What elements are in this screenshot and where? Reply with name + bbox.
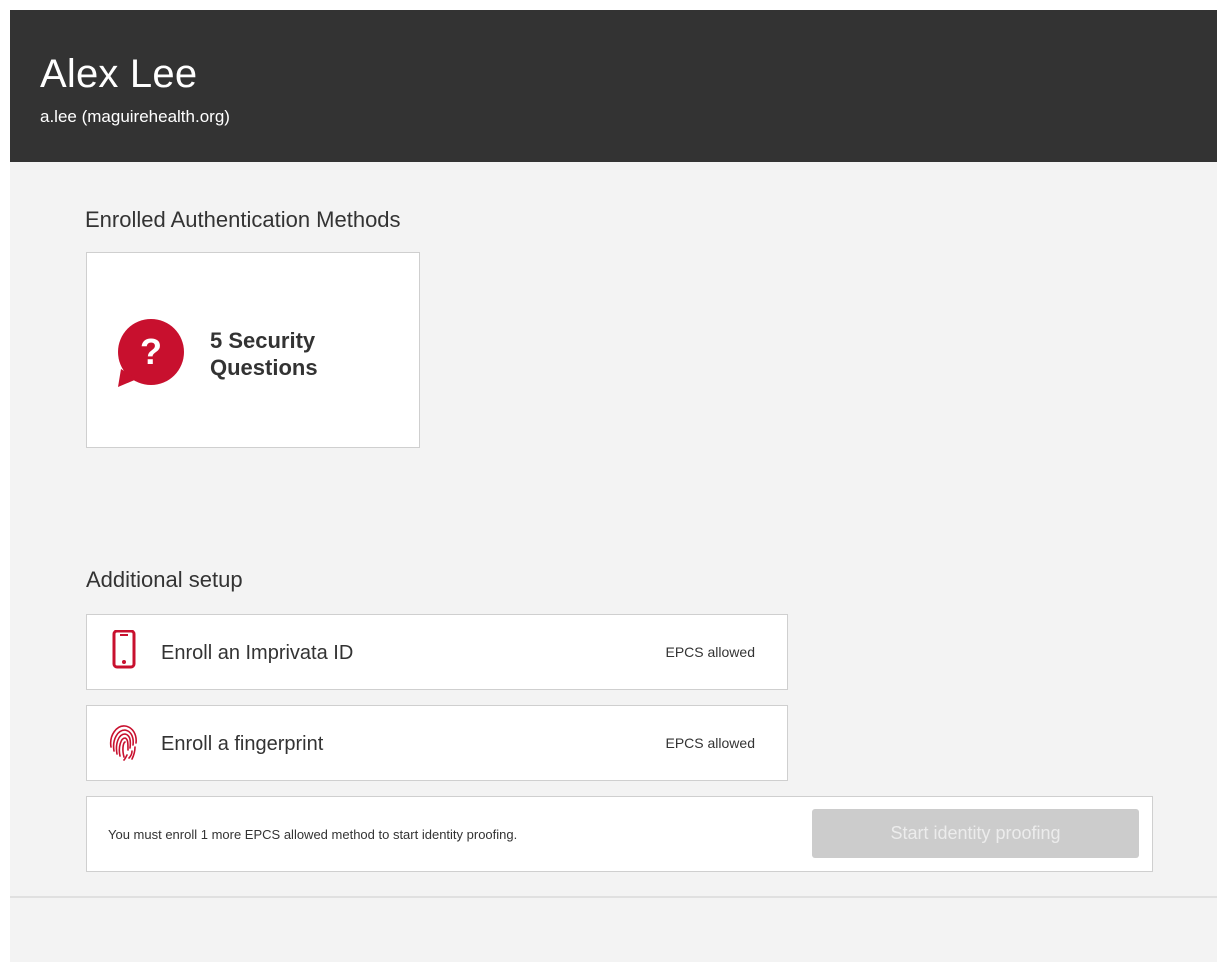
user-name: Alex Lee (40, 52, 198, 96)
question-bubble-icon: ? (115, 319, 185, 389)
app-frame: Alex Lee a.lee (maguirehealth.org) Enrol… (10, 10, 1217, 962)
identity-proofing-panel: You must enroll 1 more EPCS allowed meth… (86, 796, 1153, 872)
epcs-allowed-badge: EPCS allowed (665, 735, 756, 751)
identity-proofing-message: You must enroll 1 more EPCS allowed meth… (108, 827, 518, 842)
svg-text:?: ? (140, 331, 162, 372)
enroll-fingerprint-row[interactable]: Enroll a fingerprint EPCS allowed (86, 705, 788, 781)
enroll-imprivata-id-label: Enroll an Imprivata ID (161, 642, 354, 664)
enroll-imprivata-id-row[interactable]: Enroll an Imprivata ID EPCS allowed (86, 614, 788, 690)
additional-setup-title: Additional setup (86, 567, 243, 592)
security-questions-label: 5 Security Questions (210, 328, 318, 380)
security-questions-card[interactable]: ? 5 Security Questions (86, 252, 420, 448)
footer-divider (10, 896, 1217, 898)
user-header: Alex Lee a.lee (maguirehealth.org) (10, 10, 1217, 162)
enroll-fingerprint-label: Enroll a fingerprint (161, 733, 324, 755)
enrolled-methods-title: Enrolled Authentication Methods (85, 207, 401, 232)
mobile-phone-icon (107, 629, 139, 672)
epcs-allowed-badge: EPCS allowed (665, 644, 756, 660)
fingerprint-icon (107, 721, 139, 763)
start-identity-proofing-button[interactable]: Start identity proofing (812, 809, 1139, 858)
user-account: a.lee (maguirehealth.org) (40, 107, 230, 126)
